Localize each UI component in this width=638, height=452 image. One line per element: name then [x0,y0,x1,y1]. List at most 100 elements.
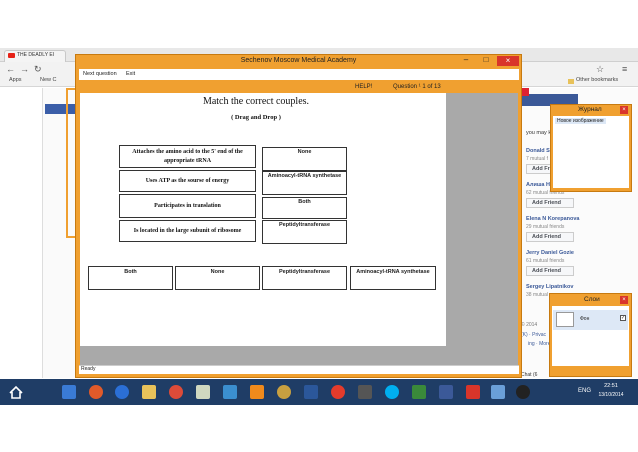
start-icon[interactable] [8,384,24,400]
layer-name: Фон [580,316,590,322]
add-friend-label: Add Friend [532,234,562,240]
forward-icon[interactable]: → [20,64,29,74]
answer-slot[interactable]: Both [262,197,347,219]
drag-option-text: None [210,269,225,275]
friend-suggestion-name[interactable]: Алиша Н [526,182,550,188]
add-friend-label: Add Friend [532,268,562,274]
menu-bar [79,69,519,80]
privacy-link[interactable]: (K) · Privac [521,332,546,338]
drag-option-text: Aminoacyl-tRNA synthetase [356,269,430,275]
people-you-may-know: you may k [526,130,552,136]
mutual-friends: 7 mutual f [526,156,548,162]
minimize-button[interactable]: – [457,56,475,66]
friend-suggestion-name[interactable]: Donald S [526,148,550,154]
image-viewer-icon[interactable] [412,385,426,399]
answer-slot-text: Peptidyltransferase [278,222,331,228]
settings-icon[interactable] [491,385,505,399]
layers-close-button[interactable]: × [620,296,628,304]
question-box: Participates in translation [119,194,256,218]
menu-next-question[interactable]: Next question [83,71,117,77]
layer-thumbnail [556,312,574,327]
monitor-icon[interactable] [223,385,237,399]
app-icon[interactable] [89,385,103,399]
drag-option[interactable]: Both [88,266,173,290]
screen-margin [0,405,638,452]
clock-time[interactable]: 22:51 [598,383,624,389]
language-indicator[interactable]: ENG [578,388,591,394]
skype-icon[interactable] [385,385,399,399]
add-friend-button[interactable]: Add Friend [526,266,574,276]
facebook-icon[interactable] [439,385,453,399]
question-text: Participates in translation [154,202,221,209]
question-text: Attaches the amino acid to the 5' end of… [132,148,243,164]
back-icon[interactable]: ← [6,64,15,74]
question-box: Attaches the amino acid to the 5' end of… [119,145,256,168]
info-bar [79,81,519,93]
media-icon[interactable] [466,385,480,399]
journal-list [553,116,629,188]
star-icon[interactable]: ☆ [596,64,604,75]
quiz-heading: Match the correct couples. [202,96,310,107]
journal-title: Журнал [578,106,602,113]
other-bookmarks[interactable]: Other bookmarks [576,77,618,83]
vlc-icon[interactable] [250,385,264,399]
journal-close-button[interactable]: × [620,106,628,114]
browser-tab-label: THE DEADLY EI [17,52,55,58]
maximize-button[interactable]: □ [477,56,495,66]
window-title: Sechenov Moscow Medical Academy [240,57,357,64]
yandex-icon[interactable] [331,385,345,399]
folder-icon [568,79,574,84]
file-explorer-icon[interactable] [142,385,156,399]
reload-icon[interactable]: ↻ [34,64,42,75]
answer-slot-text: Both [298,199,311,205]
gallery-icon[interactable] [196,385,210,399]
mutual-friends: 61 mutual friends [526,258,565,264]
question-text: Uses ATP as the sourse of energy [145,177,230,184]
layer-visibility-checkbox[interactable]: ✓ [620,315,626,321]
add-friend-button[interactable]: Add Friend [526,198,574,208]
question-box: Is located in the large subunit of ribos… [119,220,256,242]
camera-icon[interactable] [516,385,530,399]
menu-exit[interactable]: Exit [126,71,135,77]
mutual-friends: 29 mutual friends [526,224,565,230]
drag-option-text: Both [124,269,137,275]
friend-suggestion-name[interactable]: Elena N Korepanova [526,216,580,222]
clock-date[interactable]: 13/10/2014 [596,392,626,398]
help-button[interactable]: HELP! [355,84,372,90]
answer-slot-text: Aminoacyl-tRNA synthetase [267,173,342,179]
word-icon[interactable] [304,385,318,399]
drag-option[interactable]: Peptidyltransferase [262,266,347,290]
mutual-friends: 38 mutual [526,292,548,298]
quiz-subheading: ( Drag and Drop ) [231,114,281,121]
youtube-icon [8,53,15,58]
close-button[interactable]: × [497,56,519,66]
add-friend-button[interactable]: Add Friend [526,232,574,242]
chat-button[interactable]: Chat (6 [521,372,537,378]
copyright-text: © 2014 [521,322,538,328]
answer-slot[interactable]: None [262,147,347,171]
newtab-bookmark[interactable]: New C [40,77,57,83]
friend-suggestion-name[interactable]: Jerry Daniel Gozie [526,250,574,256]
answer-slot-text: None [297,149,312,155]
journal-item[interactable]: Новое изображение [555,118,606,124]
answer-slot[interactable]: Aminoacyl-tRNA synthetase [262,171,347,195]
answer-slot[interactable]: Peptidyltransferase [262,220,347,244]
paint-icon[interactable] [277,385,291,399]
internet-explorer-icon[interactable] [115,385,129,399]
drag-option[interactable]: None [175,266,260,290]
question-text: Is located in the large subunit of ribos… [133,227,242,234]
layers-title: Слои [584,296,600,303]
friend-suggestion-name[interactable]: Sergey Lipatnikov [526,284,573,290]
drag-option[interactable]: Aminoacyl-tRNA synthetase [350,266,436,290]
drag-option-text: Peptidyltransferase [278,269,331,275]
menu-icon[interactable]: ≡ [622,64,627,74]
status-text: Ready [81,366,96,372]
chrome-icon[interactable] [169,385,183,399]
question-counter: Question ¹ 1 of 13 [393,84,441,90]
store-icon[interactable] [62,385,76,399]
add-friend-label: Add Friend [532,200,562,206]
apps-bookmark[interactable]: Apps [9,77,22,83]
app-window-icon[interactable] [358,385,372,399]
question-box: Uses ATP as the sourse of energy [119,170,256,192]
status-bar [79,365,519,374]
